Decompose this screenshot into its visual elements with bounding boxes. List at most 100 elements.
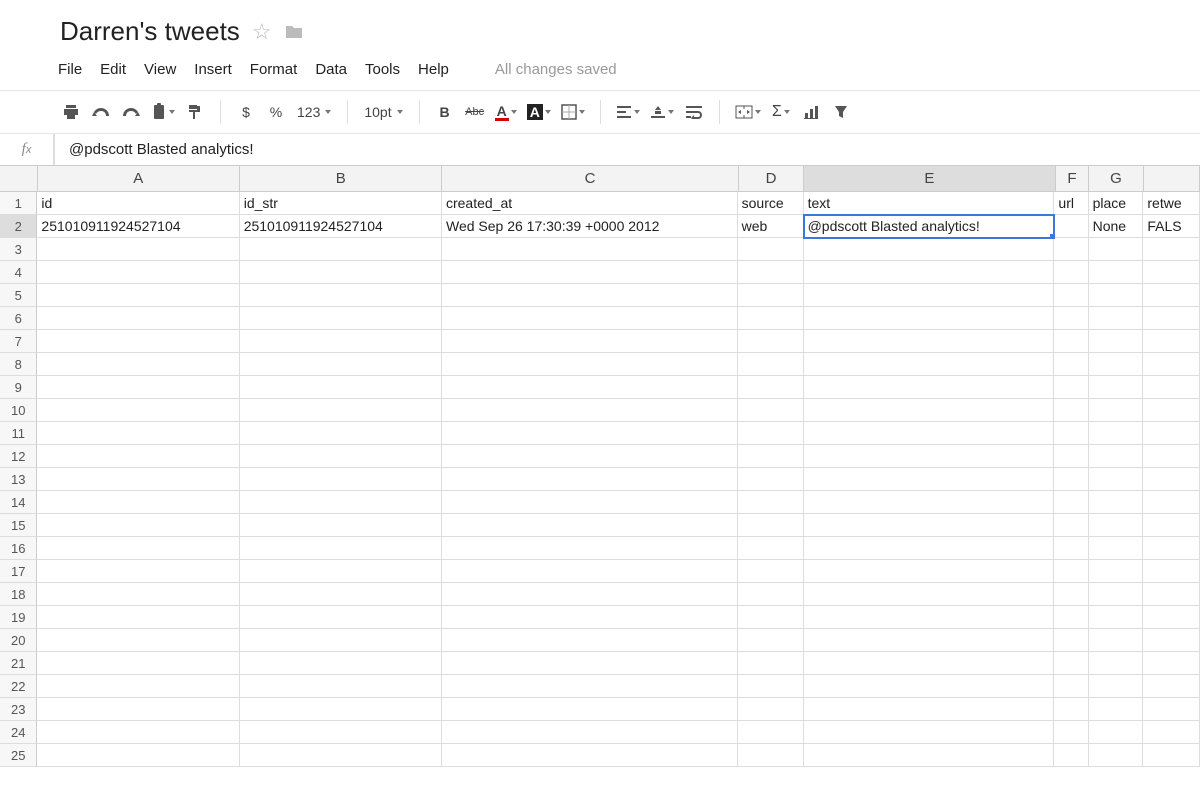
cell[interactable] (804, 583, 1055, 606)
cell[interactable]: None (1089, 215, 1144, 238)
cell[interactable] (1089, 629, 1144, 652)
cell[interactable] (738, 422, 804, 445)
cell[interactable] (37, 675, 239, 698)
cell[interactable] (804, 606, 1055, 629)
cell[interactable]: FALS (1143, 215, 1200, 238)
row-header[interactable]: 17 (0, 560, 37, 583)
row-header[interactable]: 2 (0, 215, 37, 238)
cell[interactable] (1143, 284, 1200, 307)
cell[interactable] (442, 353, 738, 376)
cell[interactable] (738, 284, 804, 307)
cell[interactable] (804, 261, 1055, 284)
borders-button[interactable] (558, 98, 588, 126)
cell[interactable] (442, 629, 738, 652)
cell[interactable] (738, 698, 804, 721)
cell[interactable] (804, 675, 1055, 698)
cell[interactable] (442, 261, 738, 284)
row-header[interactable]: 4 (0, 261, 37, 284)
cell[interactable] (442, 652, 738, 675)
cell[interactable] (1054, 468, 1088, 491)
cell[interactable] (804, 376, 1055, 399)
cell[interactable] (738, 353, 804, 376)
fill-color-button[interactable]: A (524, 98, 554, 126)
cell[interactable] (1143, 422, 1200, 445)
cell[interactable] (1054, 307, 1088, 330)
cell[interactable] (1143, 537, 1200, 560)
number-format-button[interactable]: 123 (293, 104, 335, 120)
cell[interactable] (240, 629, 442, 652)
cell[interactable] (442, 606, 738, 629)
row-header[interactable]: 6 (0, 307, 37, 330)
cell[interactable] (738, 652, 804, 675)
cell[interactable]: @pdscott Blasted analytics! (804, 215, 1055, 238)
cell[interactable] (1143, 606, 1200, 629)
cell[interactable]: 251010911924527104 (240, 215, 442, 238)
row-header[interactable]: 5 (0, 284, 37, 307)
cell[interactable] (1054, 445, 1088, 468)
cell[interactable] (37, 491, 239, 514)
cell[interactable] (240, 353, 442, 376)
cell[interactable] (1143, 560, 1200, 583)
cell[interactable] (240, 330, 442, 353)
cell[interactable] (1089, 238, 1144, 261)
cell[interactable]: created_at (442, 192, 738, 215)
print-icon[interactable] (58, 98, 84, 126)
cell[interactable] (1143, 399, 1200, 422)
cell[interactable] (37, 629, 239, 652)
cell[interactable] (1089, 537, 1144, 560)
cell[interactable] (1054, 606, 1088, 629)
cell[interactable] (804, 537, 1055, 560)
cell[interactable] (738, 583, 804, 606)
font-size-button[interactable]: 10pt (360, 104, 406, 120)
cell[interactable] (1054, 238, 1088, 261)
cell[interactable] (1089, 721, 1144, 744)
cell[interactable] (442, 238, 738, 261)
cell[interactable] (1054, 261, 1088, 284)
cell[interactable] (442, 399, 738, 422)
cell[interactable] (1143, 445, 1200, 468)
cell[interactable] (37, 606, 239, 629)
cell[interactable] (37, 376, 239, 399)
cell[interactable] (804, 698, 1055, 721)
filter-button[interactable] (828, 98, 854, 126)
cell[interactable] (738, 744, 804, 767)
strikethrough-button[interactable]: Abc (462, 98, 488, 126)
menu-edit[interactable]: Edit (100, 61, 126, 78)
cell[interactable] (240, 698, 442, 721)
cell[interactable] (240, 675, 442, 698)
cell[interactable] (738, 238, 804, 261)
text-color-button[interactable]: A (492, 98, 520, 126)
cell[interactable] (37, 514, 239, 537)
row-header[interactable]: 12 (0, 445, 37, 468)
cell[interactable] (37, 353, 239, 376)
cell[interactable] (1143, 238, 1200, 261)
cell[interactable] (442, 491, 738, 514)
cell[interactable] (240, 307, 442, 330)
row-header[interactable]: 18 (0, 583, 37, 606)
cell[interactable] (1143, 721, 1200, 744)
cell[interactable] (442, 675, 738, 698)
column-header-h[interactable] (1144, 166, 1200, 191)
cell[interactable] (442, 330, 738, 353)
cell[interactable] (804, 284, 1055, 307)
cell[interactable] (804, 514, 1055, 537)
row-header[interactable]: 15 (0, 514, 37, 537)
cell[interactable] (37, 698, 239, 721)
cell[interactable] (804, 307, 1055, 330)
cell[interactable] (1089, 675, 1144, 698)
cell[interactable] (240, 468, 442, 491)
row-header[interactable]: 25 (0, 744, 37, 767)
cell[interactable] (738, 675, 804, 698)
menu-view[interactable]: View (144, 61, 176, 78)
cell[interactable] (738, 629, 804, 652)
cell[interactable] (1054, 652, 1088, 675)
cell[interactable] (240, 514, 442, 537)
cell[interactable] (37, 238, 239, 261)
cell[interactable] (1054, 629, 1088, 652)
cell[interactable] (442, 468, 738, 491)
cell[interactable] (738, 330, 804, 353)
cell[interactable] (1089, 376, 1144, 399)
cell[interactable] (1089, 606, 1144, 629)
cell[interactable] (442, 744, 738, 767)
cell[interactable] (1089, 445, 1144, 468)
